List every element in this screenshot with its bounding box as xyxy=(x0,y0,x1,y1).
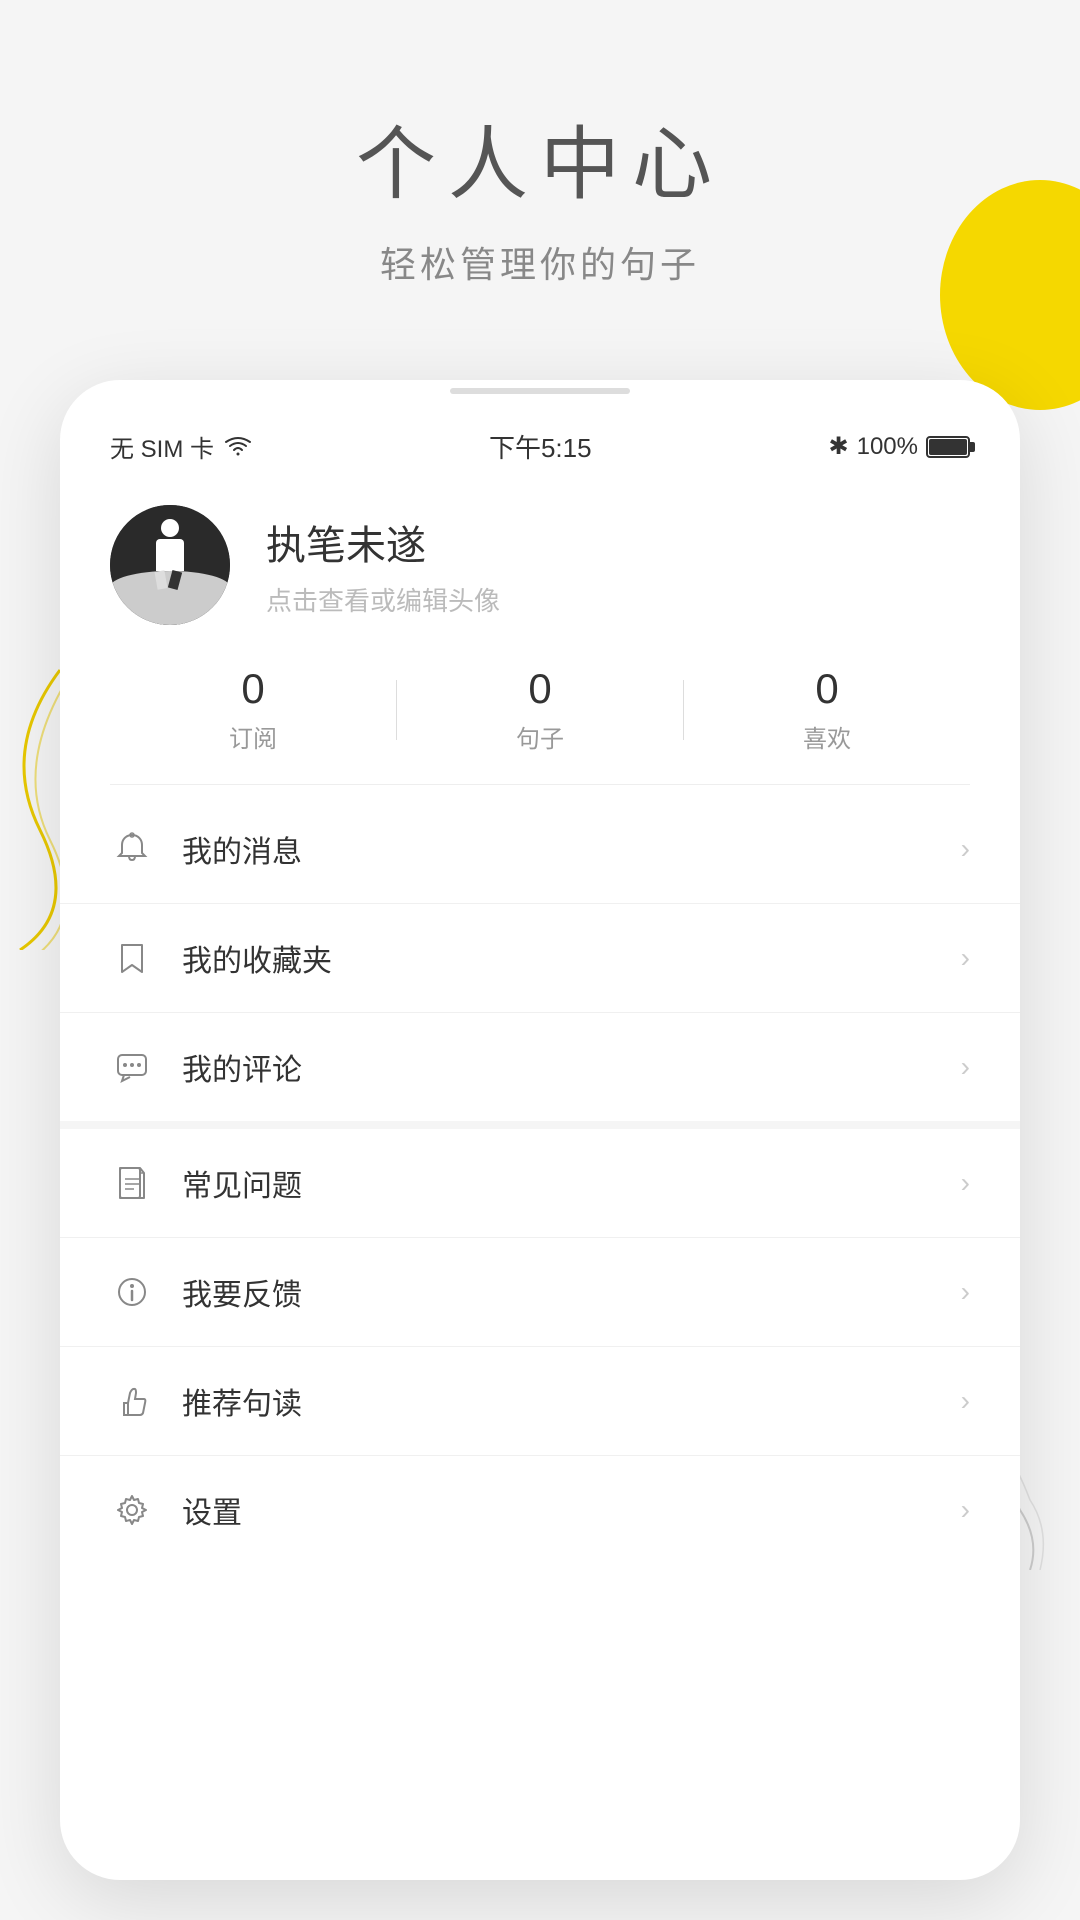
bell-icon xyxy=(110,827,154,871)
stat-sentences-label: 句子 xyxy=(397,719,683,754)
stat-likes-number: 0 xyxy=(684,665,970,713)
menu-recommend-label: 推荐句读 xyxy=(182,1379,961,1423)
menu-recommend-arrow: › xyxy=(961,1385,970,1417)
menu-item-comments[interactable]: 我的评论 › xyxy=(60,1013,1020,1121)
info-circle-icon xyxy=(110,1270,154,1314)
gear-icon xyxy=(110,1488,154,1532)
phone-mockup: 无 SIM 卡 下午5:15 ✱ 100% xyxy=(60,380,1020,1880)
menu-messages-arrow: › xyxy=(961,833,970,865)
menu-settings-label: 设置 xyxy=(182,1488,961,1532)
avatar[interactable] xyxy=(110,505,230,625)
stat-subscribe[interactable]: 0 订阅 xyxy=(110,665,396,754)
chat-icon xyxy=(110,1045,154,1089)
status-left: 无 SIM 卡 xyxy=(110,429,252,464)
menu-item-bookmarks[interactable]: 我的收藏夹 › xyxy=(60,904,1020,1013)
menu-settings-arrow: › xyxy=(961,1494,970,1526)
phone-notch xyxy=(60,380,1020,398)
stat-subscribe-label: 订阅 xyxy=(110,719,396,754)
page-subtitle: 轻松管理你的句子 xyxy=(0,236,1080,288)
profile-name: 执笔未遂 xyxy=(266,513,970,571)
stat-likes-label: 喜欢 xyxy=(684,719,970,754)
notch-bar xyxy=(450,388,630,394)
bluetooth-icon: ✱ xyxy=(829,432,849,461)
menu-group-2: 常见问题 › 我要反馈 › xyxy=(60,1129,1020,1564)
menu-section: 我的消息 › 我的收藏夹 › xyxy=(60,795,1020,1564)
menu-item-feedback[interactable]: 我要反馈 › xyxy=(60,1238,1020,1347)
avatar-image xyxy=(110,505,230,625)
status-bar: 无 SIM 卡 下午5:15 ✱ 100% xyxy=(60,398,1020,475)
profile-hint: 点击查看或编辑头像 xyxy=(266,581,970,618)
stat-subscribe-number: 0 xyxy=(110,665,396,713)
stats-row: 0 订阅 0 句子 0 喜欢 xyxy=(110,645,970,785)
menu-group-1: 我的消息 › 我的收藏夹 › xyxy=(60,795,1020,1129)
menu-comments-label: 我的评论 xyxy=(182,1045,961,1089)
menu-item-faq[interactable]: 常见问题 › xyxy=(60,1129,1020,1238)
profile-section[interactable]: 执笔未遂 点击查看或编辑头像 xyxy=(60,475,1020,645)
battery-percent: 100% xyxy=(857,433,918,461)
status-right: ✱ 100% xyxy=(829,432,971,461)
menu-feedback-arrow: › xyxy=(961,1276,970,1308)
status-time: 下午5:15 xyxy=(489,428,592,465)
stat-sentences[interactable]: 0 句子 xyxy=(397,665,683,754)
menu-faq-arrow: › xyxy=(961,1167,970,1199)
bookmark-icon xyxy=(110,936,154,980)
menu-messages-label: 我的消息 xyxy=(182,827,961,871)
stat-likes[interactable]: 0 喜欢 xyxy=(684,665,970,754)
menu-feedback-label: 我要反馈 xyxy=(182,1270,961,1314)
menu-bookmarks-arrow: › xyxy=(961,942,970,974)
document-icon xyxy=(110,1161,154,1205)
menu-item-settings[interactable]: 设置 › xyxy=(60,1456,1020,1564)
profile-info: 执笔未遂 点击查看或编辑头像 xyxy=(266,513,970,618)
thumbup-icon xyxy=(110,1379,154,1423)
menu-faq-label: 常见问题 xyxy=(182,1161,961,1205)
page-header: 个人中心 轻松管理你的句子 xyxy=(0,100,1080,288)
stat-sentences-number: 0 xyxy=(397,665,683,713)
sim-status: 无 SIM 卡 xyxy=(110,429,214,464)
page-title: 个人中心 xyxy=(0,100,1080,216)
menu-item-recommend[interactable]: 推荐句读 › xyxy=(60,1347,1020,1456)
menu-comments-arrow: › xyxy=(961,1051,970,1083)
menu-item-messages[interactable]: 我的消息 › xyxy=(60,795,1020,904)
menu-bookmarks-label: 我的收藏夹 xyxy=(182,936,961,980)
wifi-icon xyxy=(224,436,252,458)
battery-icon xyxy=(926,436,970,458)
